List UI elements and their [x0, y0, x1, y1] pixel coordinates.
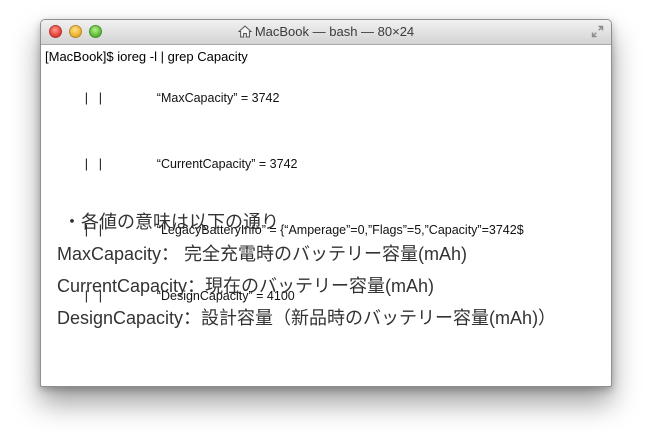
tree-pipes: |	[84, 91, 89, 105]
output-text: “CurrentCapacity” = 3742	[156, 157, 298, 171]
output-text: “MaxCapacity” = 3742	[156, 91, 280, 105]
window-title: MacBook — bash — 80×24	[254, 24, 415, 39]
output-line: | | “CurrentCapacity” = 3742	[45, 131, 611, 197]
title-bar[interactable]: MacBook — bash — 80×24	[41, 20, 611, 45]
note-max-capacity: MaxCapacity： 完全充電時のバッテリー容量(mAh)	[57, 244, 468, 264]
explanation-notes: ・各値の意味は以下の通り MaxCapacity： 完全充電時のバッテリー容量(…	[57, 206, 556, 334]
note-current-capacity: CurrentCapacity：現在のバッテリー容量(mAh)	[57, 276, 435, 296]
screenshot-stage: MacBook — bash — 80×24 [MacBook]$ ioreg …	[0, 0, 650, 446]
home-icon	[237, 25, 252, 38]
tree-pipes: |	[98, 157, 103, 171]
tree-pipes: |	[98, 91, 103, 105]
window-title-container: MacBook — bash — 80×24	[41, 20, 611, 44]
notes-heading: ・各値の意味は以下の通り	[63, 212, 279, 232]
fullscreen-icon[interactable]	[591, 25, 604, 38]
command-prompt: [MacBook]$ ioreg -l | grep Capacity	[45, 49, 248, 64]
terminal-window: MacBook — bash — 80×24 [MacBook]$ ioreg …	[40, 19, 612, 387]
note-design-capacity: DesignCapacity：設計容量（新品時のバッテリー容量(mAh)）	[57, 308, 557, 328]
tree-pipes: |	[84, 157, 89, 171]
output-line: | | “MaxCapacity” = 3742	[45, 65, 611, 131]
